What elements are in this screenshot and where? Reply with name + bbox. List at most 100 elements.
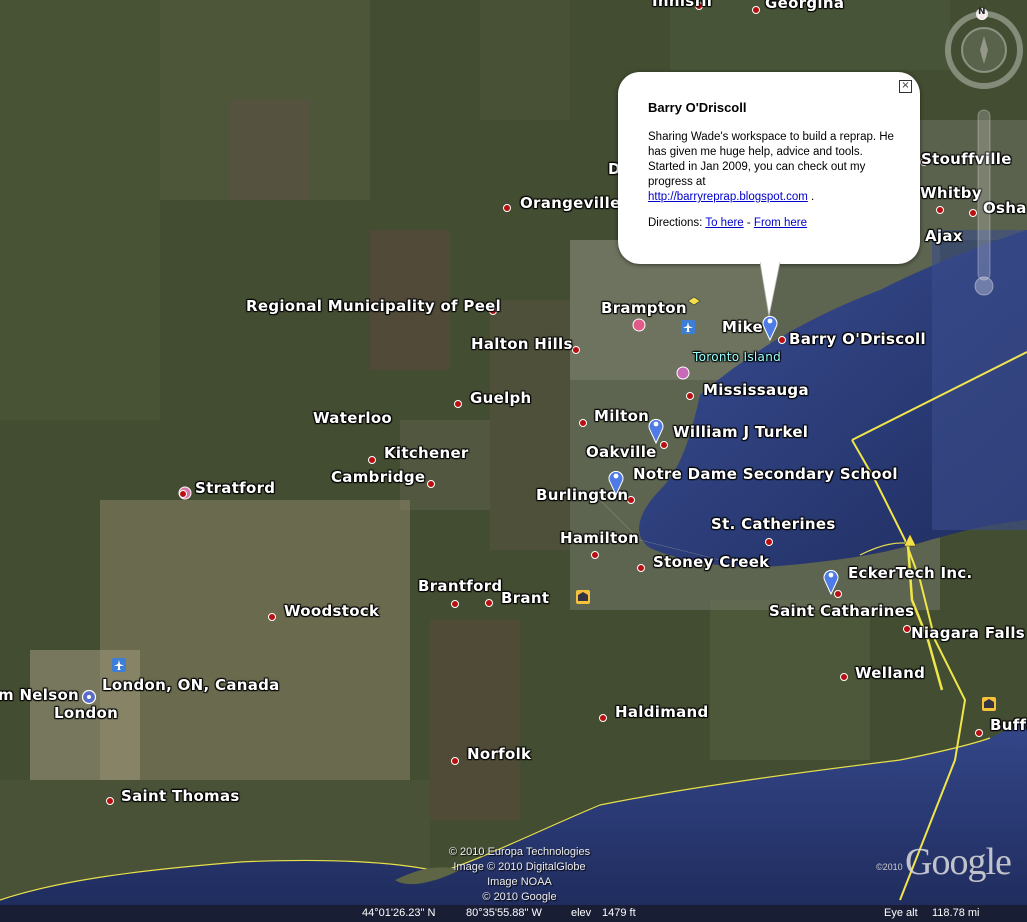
status-eye-label: Eye alt xyxy=(884,907,918,919)
google-logo: Google xyxy=(905,841,1012,883)
label-brant: Brant xyxy=(501,589,550,607)
label-cambridge: Cambridge xyxy=(331,468,426,486)
label-barry: Barry O'Driscoll xyxy=(789,330,926,348)
balloon-description: Sharing Wade's workspace to build a repr… xyxy=(648,130,900,205)
balloon-description-text: Sharing Wade's workspace to build a repr… xyxy=(648,131,894,188)
label-milton: Milton xyxy=(594,407,650,425)
place-dot-brantford[interactable] xyxy=(451,600,459,608)
label-nelson: m Nelson xyxy=(0,686,80,704)
label-stratford: Stratford xyxy=(195,479,276,497)
label-notre-dame: Notre Dame Secondary School xyxy=(633,465,898,483)
balloon-description-suffix: . xyxy=(807,191,815,203)
label-brampton: Brampton xyxy=(601,299,687,317)
status-eye-altitude: 118.78 mi xyxy=(932,907,980,919)
label-stoney-creek: Stoney Creek xyxy=(653,553,770,571)
label-peel: Regional Municipality of Peel xyxy=(246,297,502,315)
directions-separator: - xyxy=(743,217,754,229)
label-hamilton: Hamilton xyxy=(560,529,640,547)
border-crossing-icon[interactable] xyxy=(903,533,917,547)
airport-icon[interactable] xyxy=(681,320,695,334)
credit-europa: © 2010 Europa Technologies xyxy=(448,846,591,858)
place-dot-welland[interactable] xyxy=(840,673,848,681)
label-buffalo: Buffa xyxy=(990,716,1027,734)
label-halton-hills: Halton Hills xyxy=(471,335,573,353)
place-dot-norfolk[interactable] xyxy=(451,757,459,765)
logo-year: ©2010 xyxy=(876,862,903,872)
label-saint-catharines: Saint Catharines xyxy=(769,602,915,620)
imagery-credits: © 2010 Europa Technologies Image © 2010 … xyxy=(432,845,607,905)
label-innisfil: Innisfil xyxy=(652,0,713,10)
shopping-icon[interactable] xyxy=(676,366,690,380)
place-dot-brant[interactable] xyxy=(485,599,493,607)
place-dot-orangeville[interactable] xyxy=(503,204,511,212)
placemark-pin-notre-dame[interactable] xyxy=(607,468,625,496)
directions-label: Directions: xyxy=(648,217,703,229)
place-dot-barry[interactable] xyxy=(778,336,786,344)
balloon-tail xyxy=(760,262,781,317)
place-dot-georgina[interactable] xyxy=(752,6,760,14)
place-dot-guelph[interactable] xyxy=(454,400,462,408)
school-icon[interactable] xyxy=(687,295,701,309)
place-dot-st-catherines[interactable] xyxy=(765,538,773,546)
status-bar: 44°01'26.23" N 80°35'55.88" W elev 1479 … xyxy=(0,905,1027,922)
compass-north-label: N xyxy=(978,7,986,17)
placemark-pin-london[interactable] xyxy=(81,689,97,705)
close-icon[interactable]: × xyxy=(899,80,912,93)
credit-noaa: Image NOAA xyxy=(487,876,552,888)
label-norfolk: Norfolk xyxy=(467,745,532,763)
museum-icon[interactable] xyxy=(576,590,590,604)
label-guelph: Guelph xyxy=(470,389,532,407)
credit-google: © 2010 Google xyxy=(482,891,557,903)
status-longitude: 80°35'55.88" W xyxy=(466,907,542,919)
place-dot-haldimand[interactable] xyxy=(599,714,607,722)
place-dot-niagara-falls[interactable] xyxy=(903,625,911,633)
place-dot-whitby[interactable] xyxy=(936,206,944,214)
label-london: London xyxy=(54,704,119,722)
label-mike: Mike xyxy=(722,318,764,336)
satellite-map[interactable]: Innisfil Georgina Orangeville Stouffvill… xyxy=(0,0,1027,922)
placemark-pin-william[interactable] xyxy=(647,416,665,444)
label-brantford: Brantford xyxy=(418,577,503,595)
status-elev-label: elev xyxy=(571,907,592,919)
placemark-pin-eckertech[interactable] xyxy=(822,567,840,595)
place-dot-cambridge[interactable] xyxy=(427,480,435,488)
label-orangeville: Orangeville xyxy=(520,194,621,212)
balloon-directions: Directions: To here - From here xyxy=(648,217,807,229)
place-dot-halton-hills[interactable] xyxy=(572,346,580,354)
place-dot-buffalo[interactable] xyxy=(975,729,983,737)
blog-link[interactable]: http://barryreprap.blogspot.com xyxy=(648,191,808,203)
directions-to-here-link[interactable]: To here xyxy=(705,217,743,229)
place-dot-stratford[interactable] xyxy=(179,490,187,498)
label-london-on: London, ON, Canada xyxy=(102,676,280,694)
label-woodstock: Woodstock xyxy=(284,602,380,620)
label-georgina: Georgina xyxy=(765,0,845,12)
place-dot-saint-thomas[interactable] xyxy=(106,797,114,805)
label-william: William J Turkel xyxy=(673,423,809,441)
label-welland: Welland xyxy=(855,664,926,682)
label-mississauga: Mississauga xyxy=(703,381,809,399)
navigation-controls[interactable] xyxy=(944,0,1027,310)
airport-icon-london[interactable] xyxy=(112,658,126,672)
placemark-balloon: × Barry O'Driscoll Sharing Wade's worksp… xyxy=(618,72,920,264)
label-toronto-island: Toronto Island xyxy=(693,350,782,364)
label-saint-thomas: Saint Thomas xyxy=(121,787,240,805)
label-niagara-falls: Niagara Falls xyxy=(911,624,1026,642)
place-dot-kitchener[interactable] xyxy=(368,456,376,464)
place-dot-woodstock[interactable] xyxy=(268,613,276,621)
label-eckertech: EckerTech Inc. xyxy=(848,564,973,582)
label-kitchener: Kitchener xyxy=(384,444,469,462)
place-dot-mississauga[interactable] xyxy=(686,392,694,400)
directions-from-here-link[interactable]: From here xyxy=(754,217,807,229)
label-haldimand: Haldimand xyxy=(615,703,709,721)
balloon-title: Barry O'Driscoll xyxy=(648,100,747,115)
label-st-catherines: St. Catherines xyxy=(711,515,836,533)
place-dot-milton[interactable] xyxy=(579,419,587,427)
landmark-icon[interactable] xyxy=(632,318,646,332)
credit-digitalglobe: Image © 2010 DigitalGlobe xyxy=(453,861,586,873)
place-dot-stoney-creek[interactable] xyxy=(637,564,645,572)
museum-icon-buffalo[interactable] xyxy=(982,697,996,711)
status-latitude: 44°01'26.23" N xyxy=(362,907,436,919)
place-dot-hamilton[interactable] xyxy=(591,551,599,559)
label-waterloo: Waterloo xyxy=(313,409,393,427)
status-elevation: 1479 ft xyxy=(602,907,636,919)
